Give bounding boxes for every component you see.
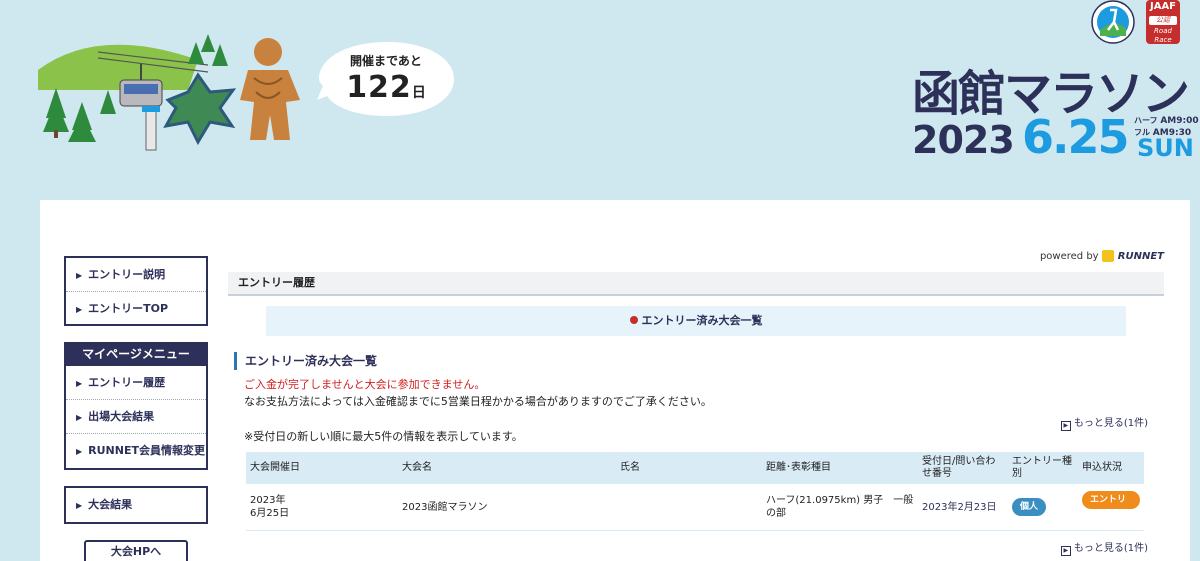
triangle-right-icon: ▶ [76,379,83,388]
cell-person-name [616,484,762,531]
countdown-bubble: 開催まであと 122日 [317,40,455,118]
play-icon: ▶ [1060,421,1071,431]
marathon-emblem-icon [1091,0,1135,44]
sidebar-item-label: エントリーTOP [88,302,169,315]
triangle-right-icon: ▶ [76,447,83,456]
sidebar-item-event-results[interactable]: ▶ 大会結果 [66,488,206,522]
logo-day-of-week: SUN [1137,134,1194,162]
bullet-icon [629,316,638,324]
header-badges: JAAF 公認 Road Race [1088,0,1188,44]
countdown-label: 開催まであと [350,54,422,68]
cell-event-name: 2023函館マラソン [398,484,616,531]
payment-notice: なお支払方法によっては入金確認までに5営業日程かかる場合がありますのでご了承くだ… [244,395,712,408]
content-panel: ▶ エントリー説明 ▶ エントリーTOP マイページメニュー ▶ エントリー履歴 ▶ 出… [40,200,1190,561]
cell-entry-type: 個人 [1008,484,1078,531]
event-logo: 函館マラソン 2023 6.25 ハーフ AM9:00 フル AM9:30 SU… [912,66,1199,166]
road-race-label: Road Race [1154,27,1172,44]
col-header-status: 申込状況 [1078,452,1144,485]
half-time: AM9:00 [1160,116,1199,126]
triangle-right-icon: ▶ [76,305,83,314]
sidebar-item-entry-guide[interactable]: ▶ エントリー説明 [66,258,206,292]
sidebar-item-entry-history[interactable]: ▶ エントリー履歴 [66,366,206,400]
sidebar: ▶ エントリー説明 ▶ エントリーTOP マイページメニュー ▶ エントリー履歴 ▶ 出… [64,256,208,561]
show-more-link-bottom[interactable]: ▶ もっと見る(1件) [1060,539,1148,556]
sidebar-item-label: RUNNET会員情報変更 [88,444,205,457]
sidebar-item-race-results[interactable]: ▶ 出場大会結果 [66,400,206,434]
entry-type-badge: 個人 [1012,498,1047,516]
countdown-unit: 日 [411,85,426,101]
countdown-days: 122 [346,70,412,105]
tab-entered-events[interactable]: エントリー済み大会一覧 [266,306,1126,336]
sidebar-item-member-info[interactable]: ▶ RUNNET会員情報変更 [66,434,206,468]
col-header-date: 大会開催日 [246,452,398,485]
cell-date-year: 2023年 [250,495,286,506]
hakodate-illustration [38,34,300,151]
sidebar-item-label: エントリー説明 [88,268,166,281]
page-title: エントリー履歴 [228,272,1164,296]
table-row: 2023年 6月25日 2023函館マラソン ハーフ(21.0975km) 男子… [246,484,1144,531]
jaaf-label: JAAF [1149,1,1177,12]
cell-status: エントリー完了 [1078,484,1144,531]
entry-table: 大会開催日 大会名 氏名 距離･表彰種目 受付日/問い合わせ番号 エントリー種別… [246,452,1144,531]
event-hp-button[interactable]: 大会HPへ [84,540,188,561]
cell-date-day: 6月25日 [250,508,290,519]
tab-label: エントリー済み大会一覧 [641,314,763,327]
col-header-event: 大会名 [398,452,616,485]
triangle-right-icon: ▶ [76,271,83,280]
triangle-right-icon: ▶ [76,501,83,510]
mypage-menu-box: ▶ エントリー履歴 ▶ 出場大会結果 ▶ RUNNET会員情報変更 [64,366,208,470]
sidebar-item-label: エントリー履歴 [88,376,166,389]
cell-category: ハーフ(21.0975km) 男子 一般の部 [762,484,918,531]
sidebar-entry-box: ▶ エントリー説明 ▶ エントリーTOP [64,256,208,326]
col-header-received: 受付日/問い合わせ番号 [918,452,1008,485]
logo-year: 2023 [912,118,1015,162]
col-header-entry-type: エントリー種別 [1008,452,1078,485]
sidebar-item-label: 出場大会結果 [88,410,155,423]
logo-date: 6.25 [1022,110,1129,164]
jaaf-sub-label: 公認 [1149,16,1177,25]
sidebar-item-entry-top[interactable]: ▶ エントリーTOP [66,292,206,326]
payment-warning: ご入金が完了しませんと大会に参加できません。 [244,378,486,391]
sidebar-item-label: 大会結果 [88,498,133,511]
jaaf-badge: JAAF 公認 Road Race [1146,0,1180,44]
runnet-brand: RUNNET [1117,251,1164,262]
play-icon: ▶ [1060,546,1071,556]
show-more-link-top[interactable]: ▶ もっと見る(1件) [1060,414,1148,431]
powered-by: powered by RUNNET [1040,250,1164,262]
mypage-menu-title: マイページメニュー [64,342,208,366]
sidebar-results-box: ▶ 大会結果 [64,486,208,524]
table-header-row: 大会開催日 大会名 氏名 距離･表彰種目 受付日/問い合わせ番号 エントリー種別… [246,452,1144,485]
show-more-label: もっと見る(1件) [1073,543,1148,554]
cell-event-date: 2023年 6月25日 [246,484,398,531]
col-header-name: 氏名 [616,452,762,485]
col-header-category: 距離･表彰種目 [762,452,918,485]
half-label: ハーフ [1134,116,1158,125]
show-more-label: もっと見る(1件) [1073,418,1148,429]
status-badge: エントリー完了 [1082,490,1140,523]
countdown-value: 122日 [317,70,455,105]
powered-by-label: powered by [1039,251,1099,262]
display-info: ※受付日の新しい順に最大5件の情報を表示しています。 [244,430,523,443]
site-header: 開催まであと 122日 JAAF 公認 Road Race 函館マラソン 202… [0,0,1200,200]
cell-received-date[interactable]: 2023年2月23日 [918,484,1008,531]
runnet-logo-icon [1101,250,1114,262]
section-title: エントリー済み大会一覧 [234,352,377,370]
triangle-right-icon: ▶ [76,413,83,422]
